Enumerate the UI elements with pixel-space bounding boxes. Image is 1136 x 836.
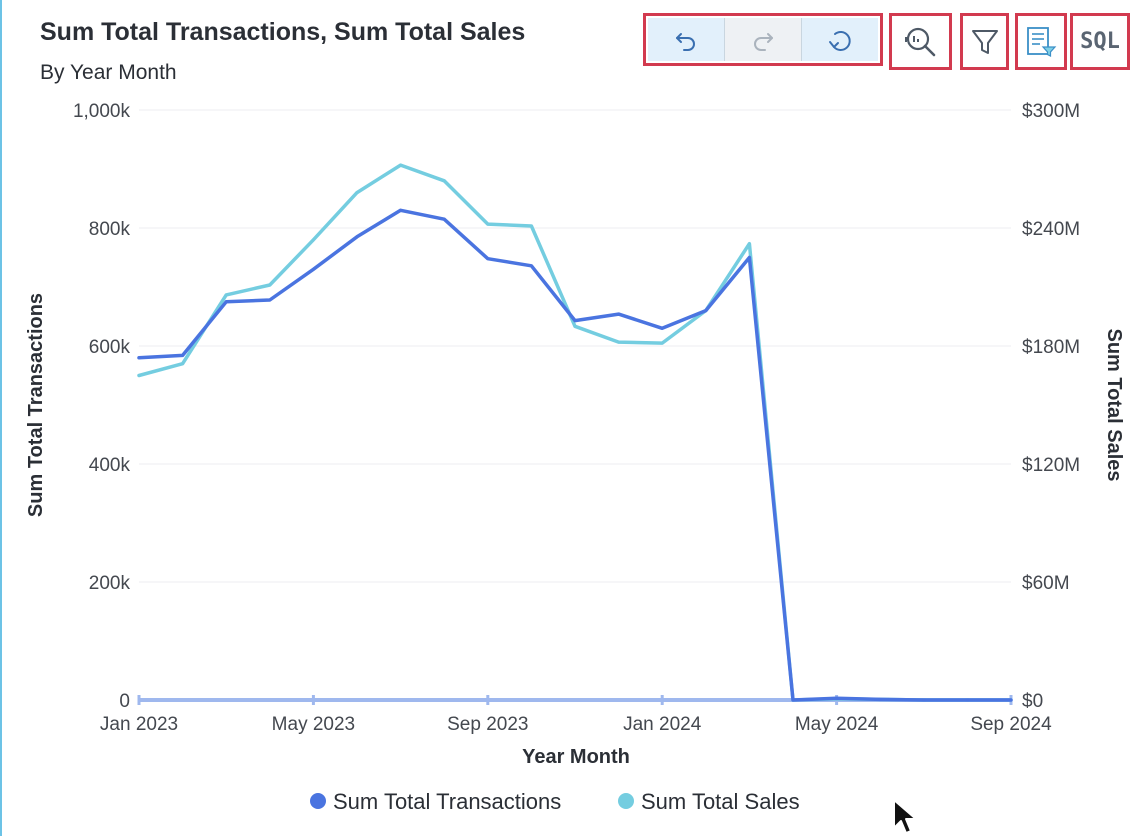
x-tick-label: May 2024 — [795, 714, 879, 735]
y-right-tick-label: $0 — [1022, 691, 1043, 712]
x-tick-label: Jan 2023 — [100, 714, 178, 735]
legend-swatch — [618, 793, 634, 809]
data-point-sum-total-sales[interactable] — [355, 191, 359, 195]
data-point-sum-total-sales[interactable] — [442, 179, 446, 183]
y-left-tick-label: 600k — [89, 337, 131, 358]
y-left-tick-label: 400k — [89, 455, 131, 476]
legend-label: Sum Total Sales — [641, 789, 800, 814]
y-right-tick-label: $120M — [1022, 455, 1080, 476]
data-point-sum-total-transactions[interactable] — [1009, 698, 1013, 702]
legend-item-transactions[interactable]: Sum Total Transactions — [310, 789, 561, 814]
y-left-tick-label: 800k — [89, 219, 131, 240]
data-point-sum-total-transactions[interactable] — [573, 319, 577, 323]
y-left-tick-label: 200k — [89, 573, 131, 594]
data-point-sum-total-sales[interactable] — [181, 362, 185, 366]
mouse-cursor-icon — [893, 799, 917, 834]
data-point-sum-total-sales[interactable] — [224, 293, 228, 297]
data-point-sum-total-sales[interactable] — [486, 222, 490, 226]
y-left-tick-label: 1,000k — [73, 101, 131, 122]
grid-lines — [139, 109, 1011, 583]
series-line-sum-total-sales — [137, 163, 1013, 702]
y-axis-left-title: Sum Total Transactions — [25, 293, 47, 517]
data-point-sum-total-transactions[interactable] — [835, 696, 839, 700]
y-right-tick-label: $180M — [1022, 337, 1080, 358]
data-point-sum-total-sales[interactable] — [573, 324, 577, 328]
x-tick-label: Jan 2024 — [623, 714, 702, 735]
data-point-sum-total-transactions[interactable] — [878, 697, 882, 701]
data-point-sum-total-transactions[interactable] — [442, 217, 446, 221]
data-point-sum-total-transactions[interactable] — [791, 698, 795, 702]
y-axis-left: 0 200k 400k 600k 800k 1,000k — [73, 101, 131, 712]
data-point-sum-total-transactions[interactable] — [704, 309, 708, 313]
series-lines — [137, 163, 1013, 702]
x-tick-label: Sep 2023 — [447, 714, 528, 735]
y-axis-right-title: Sum Total Sales — [1103, 328, 1125, 481]
data-point-sum-total-transactions[interactable] — [311, 267, 315, 271]
legend-label: Sum Total Transactions — [333, 789, 561, 814]
data-point-sum-total-transactions[interactable] — [617, 312, 621, 316]
y-right-tick-label: $240M — [1022, 219, 1080, 240]
line-chart: 0 200k 400k 600k 800k 1,000k $0 $60M $120M $180M… — [25, 101, 1125, 814]
data-point-sum-total-sales[interactable] — [747, 242, 751, 246]
x-tick-label: May 2023 — [272, 714, 355, 735]
x-axis-title: Year Month — [522, 746, 630, 768]
chart-card: Sum Total Transactions, Sum Total Sales … — [0, 0, 1136, 836]
y-right-tick-label: $60M — [1022, 573, 1070, 594]
data-point-sum-total-transactions[interactable] — [747, 256, 751, 260]
data-point-sum-total-transactions[interactable] — [181, 353, 185, 357]
data-point-sum-total-sales[interactable] — [137, 374, 141, 378]
legend-item-sales[interactable]: Sum Total Sales — [618, 789, 800, 814]
data-point-sum-total-transactions[interactable] — [355, 235, 359, 239]
data-point-sum-total-transactions[interactable] — [965, 698, 969, 702]
data-point-sum-total-sales[interactable] — [529, 224, 533, 228]
data-point-sum-total-transactions[interactable] — [137, 356, 141, 360]
data-point-sum-total-sales[interactable] — [660, 341, 664, 345]
data-point-sum-total-transactions[interactable] — [224, 300, 228, 304]
legend-swatch — [310, 793, 326, 809]
data-point-sum-total-transactions[interactable] — [529, 264, 533, 268]
data-point-sum-total-sales[interactable] — [617, 340, 621, 344]
data-point-sum-total-sales[interactable] — [268, 283, 272, 287]
data-point-sum-total-transactions[interactable] — [660, 326, 664, 330]
x-tick-label: Sep 2024 — [970, 714, 1052, 735]
data-point-sum-total-transactions[interactable] — [268, 298, 272, 302]
data-point-sum-total-sales[interactable] — [311, 238, 315, 242]
y-left-tick-label: 0 — [119, 691, 130, 712]
data-point-sum-total-sales[interactable] — [399, 163, 403, 167]
data-point-sum-total-transactions[interactable] — [922, 698, 926, 702]
data-point-sum-total-transactions[interactable] — [399, 208, 403, 212]
data-point-sum-total-transactions[interactable] — [486, 257, 490, 261]
y-right-tick-label: $300M — [1022, 101, 1080, 122]
y-axis-right: $0 $60M $120M $180M $240M $300M — [1022, 101, 1080, 712]
legend: Sum Total Transactions Sum Total Sales — [310, 789, 800, 814]
